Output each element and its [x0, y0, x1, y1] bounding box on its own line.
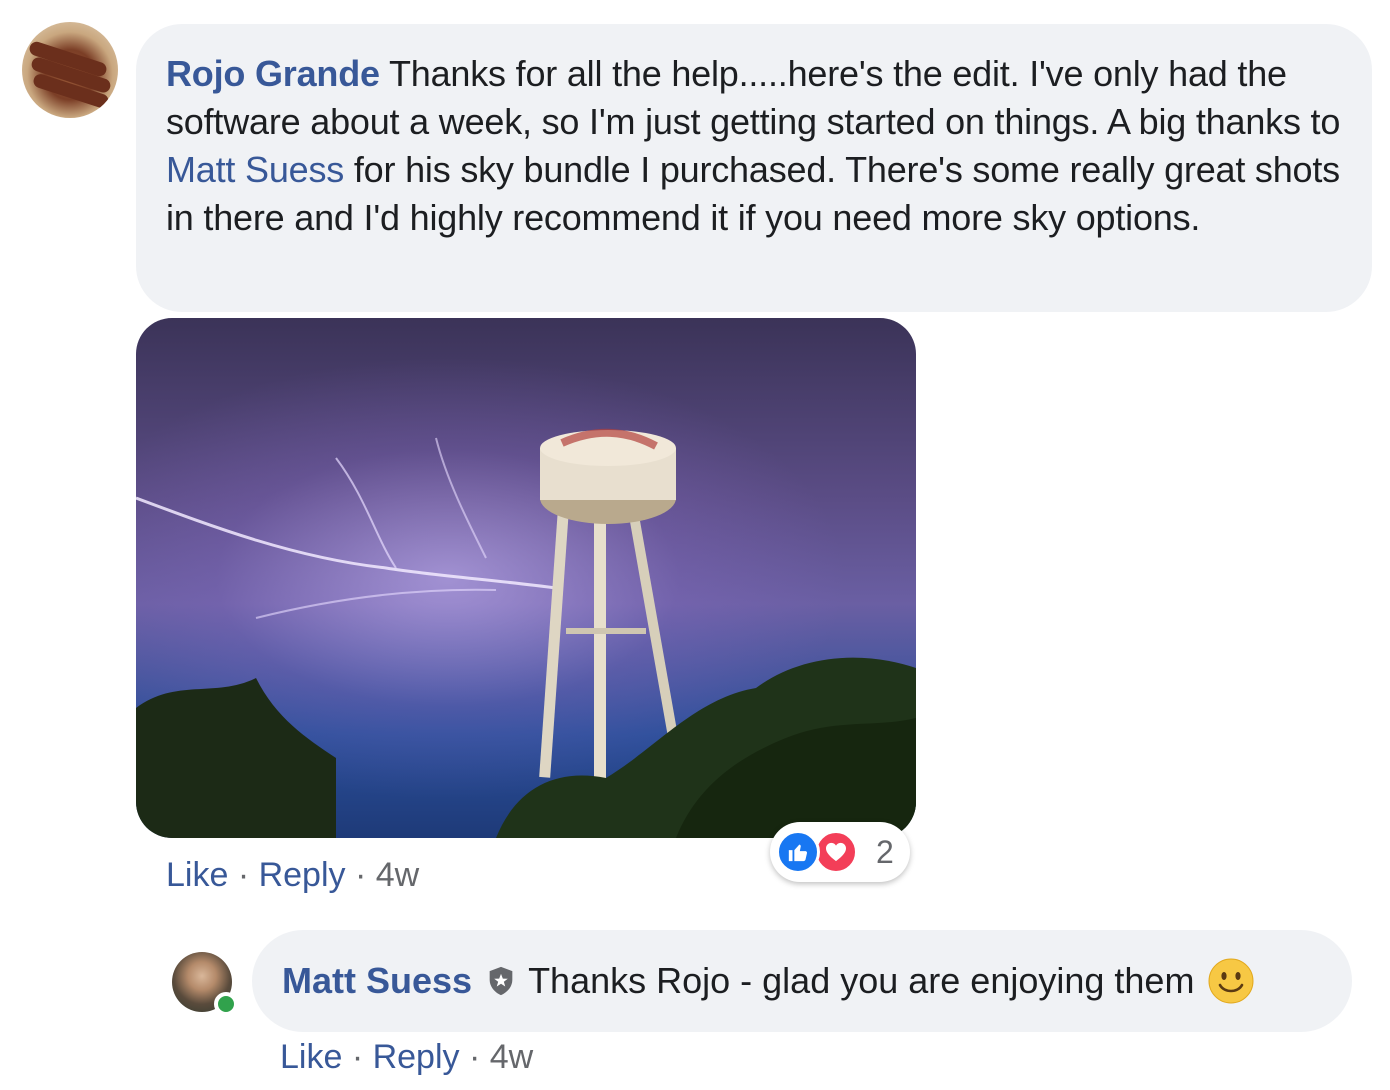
reactions-summary[interactable]: 2	[770, 822, 910, 882]
reply-bubble: Matt Suess Thanks Rojo - glad you are en…	[252, 930, 1352, 1032]
separator: ·	[342, 1038, 373, 1076]
like-link[interactable]: Like	[166, 856, 228, 894]
reactions-count: 2	[876, 834, 894, 870]
separator: ·	[459, 1038, 490, 1076]
admin-shield-icon[interactable]	[484, 964, 518, 998]
comment-actions: Like · Reply · 4w	[166, 856, 419, 895]
online-status-dot	[214, 992, 238, 1016]
photo-water-tower-lightning	[136, 428, 916, 838]
smiley-icon	[1208, 958, 1254, 1004]
reply-link[interactable]: Reply	[373, 1038, 460, 1076]
avatar-rojo-grande[interactable]	[22, 22, 118, 118]
reply-link[interactable]: Reply	[259, 856, 346, 894]
comment-time[interactable]: 4w	[376, 856, 419, 894]
mention-link[interactable]: Matt Suess	[166, 149, 344, 190]
love-icon	[814, 830, 858, 874]
like-icon	[776, 830, 820, 874]
reply-author-name[interactable]: Matt Suess	[282, 960, 472, 1002]
reply-actions: Like · Reply · 4w	[280, 1038, 533, 1077]
comment-author-name[interactable]: Rojo Grande	[166, 53, 380, 94]
separator: ·	[228, 856, 259, 894]
reply-text: Thanks Rojo - glad you are enjoying them	[528, 960, 1195, 1001]
comment-photo[interactable]	[136, 318, 916, 838]
like-link[interactable]: Like	[280, 1038, 342, 1076]
reply-time[interactable]: 4w	[490, 1038, 533, 1076]
separator: ·	[345, 856, 376, 894]
comment-bubble: Rojo Grande Thanks for all the help.....…	[136, 24, 1372, 312]
